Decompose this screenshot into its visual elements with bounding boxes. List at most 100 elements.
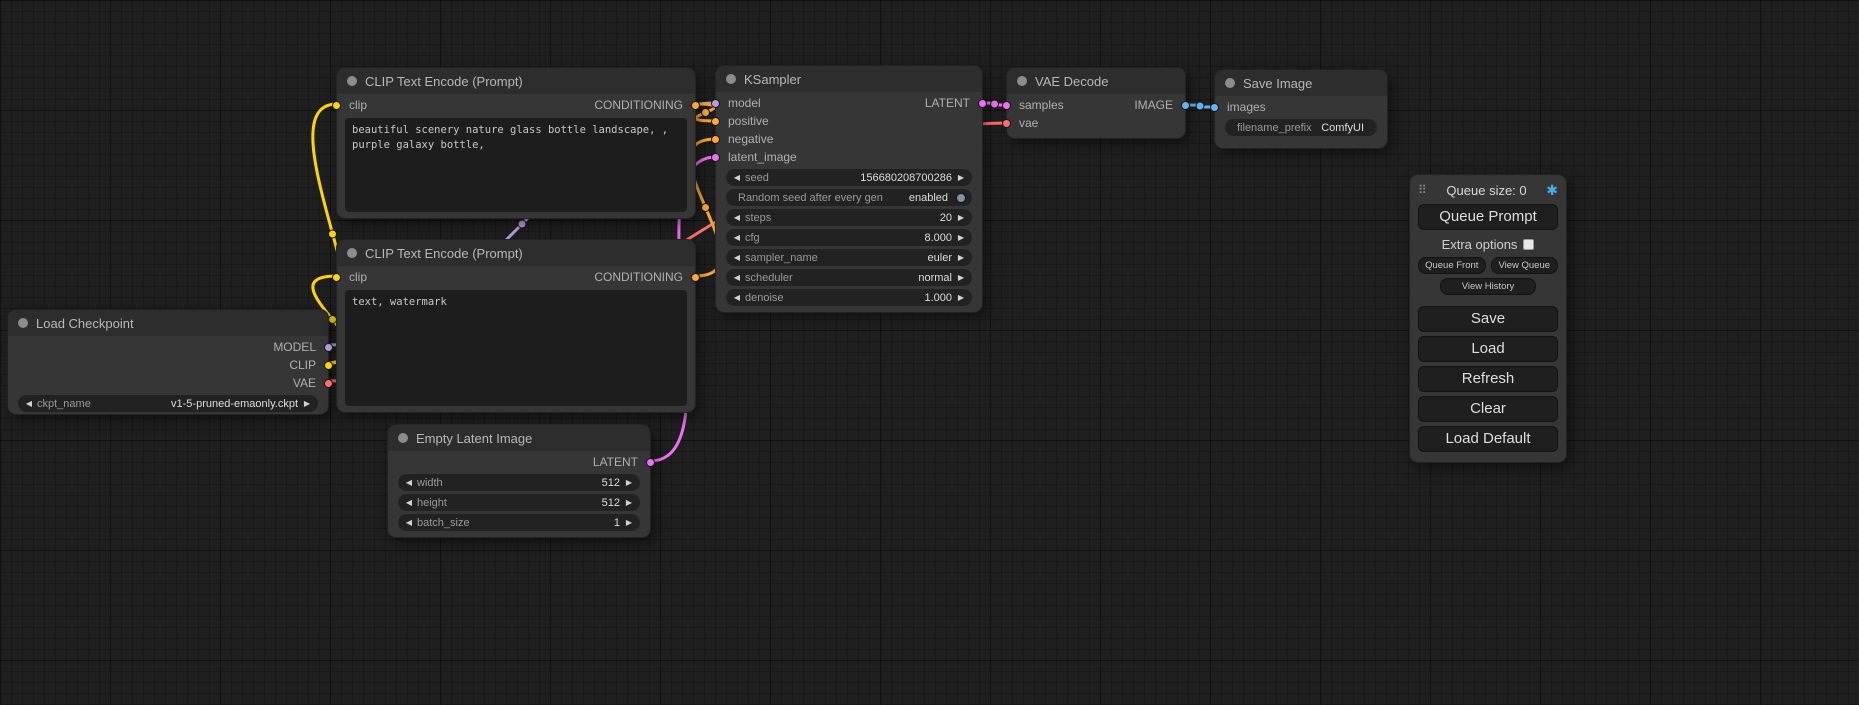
increment-arrow-icon[interactable]: ▶ xyxy=(301,395,313,412)
slot-row: images xyxy=(1215,98,1387,116)
node-vae-decode: VAE Decode samples IMAGE vae xyxy=(1007,68,1185,138)
collapse-dot[interactable] xyxy=(18,318,28,328)
node-clip-text-encode-positive: CLIP Text Encode (Prompt) clip CONDITION… xyxy=(337,68,695,218)
input-slot-images[interactable] xyxy=(1210,103,1219,112)
widget-seed[interactable]: ◀ seed 156680208700286 ▶ xyxy=(726,169,972,186)
increment-arrow-icon[interactable]: ▶ xyxy=(623,494,635,511)
node-title: KSampler xyxy=(744,72,801,87)
increment-arrow-icon[interactable]: ▶ xyxy=(955,289,967,306)
node-titlebar[interactable]: Save Image xyxy=(1215,70,1387,96)
queue-prompt-button[interactable]: Queue Prompt xyxy=(1418,204,1558,230)
node-titlebar[interactable]: CLIP Text Encode (Prompt) xyxy=(337,240,695,266)
input-slot-samples[interactable] xyxy=(1002,101,1011,110)
node-title: Empty Latent Image xyxy=(416,431,532,446)
increment-arrow-icon[interactable]: ▶ xyxy=(623,514,635,531)
decrement-arrow-icon[interactable]: ◀ xyxy=(731,229,743,246)
input-slot-vae[interactable] xyxy=(1002,119,1011,128)
decrement-arrow-icon[interactable]: ◀ xyxy=(731,289,743,306)
output-label-clip: CLIP xyxy=(289,358,316,372)
settings-gear-icon[interactable]: ✱ xyxy=(1546,183,1558,197)
output-slot-model[interactable] xyxy=(324,343,333,352)
node-empty-latent-image: Empty Latent Image LATENT ◀ width 512 ▶ … xyxy=(388,425,650,537)
widget-width[interactable]: ◀ width 512 ▶ xyxy=(398,474,640,491)
widget-random-seed-toggle[interactable]: Random seed after every gen enabled xyxy=(726,189,972,206)
widget-ckpt-name[interactable]: ◀ ckpt_name v1-5-pruned-emaonly.ckpt ▶ xyxy=(18,395,318,412)
toggle-knob[interactable] xyxy=(956,193,966,203)
increment-arrow-icon[interactable]: ▶ xyxy=(623,474,635,491)
wire-midpoint-dot xyxy=(1196,102,1204,110)
widget-filename-prefix[interactable]: filename_prefix ComfyUI xyxy=(1225,119,1377,136)
input-slot-negative[interactable] xyxy=(711,135,720,144)
decrement-arrow-icon[interactable]: ◀ xyxy=(403,494,415,511)
node-titlebar[interactable]: Empty Latent Image xyxy=(388,425,650,451)
decrement-arrow-icon[interactable]: ◀ xyxy=(23,395,35,412)
widget-label: height xyxy=(417,497,447,509)
clear-button[interactable]: Clear xyxy=(1418,396,1558,422)
widget-denoise[interactable]: ◀ denoise 1.000 ▶ xyxy=(726,289,972,306)
input-slot-clip[interactable] xyxy=(332,101,341,110)
increment-arrow-icon[interactable]: ▶ xyxy=(955,269,967,286)
collapse-dot[interactable] xyxy=(1017,76,1027,86)
node-titlebar[interactable]: CLIP Text Encode (Prompt) xyxy=(337,68,695,94)
save-button[interactable]: Save xyxy=(1418,306,1558,332)
node-titlebar[interactable]: KSampler xyxy=(716,66,982,92)
load-button[interactable]: Load xyxy=(1418,336,1558,362)
node-titlebar[interactable]: VAE Decode xyxy=(1007,68,1185,94)
drag-handle-icon[interactable]: ⠿ xyxy=(1418,183,1427,197)
load-default-button[interactable]: Load Default xyxy=(1418,426,1558,452)
node-titlebar[interactable]: Load Checkpoint xyxy=(8,310,328,336)
widget-label: filename_prefix xyxy=(1237,122,1312,134)
output-slot-conditioning[interactable] xyxy=(691,101,700,110)
increment-arrow-icon[interactable]: ▶ xyxy=(955,209,967,226)
collapse-dot[interactable] xyxy=(398,433,408,443)
input-slot-clip[interactable] xyxy=(332,273,341,282)
wire-midpoint-dot xyxy=(518,220,526,228)
input-label-clip: clip xyxy=(349,270,367,284)
decrement-arrow-icon[interactable]: ◀ xyxy=(731,249,743,266)
increment-arrow-icon[interactable]: ▶ xyxy=(955,229,967,246)
widget-value: v1-5-pruned-emaonly.ckpt xyxy=(171,398,298,410)
widget-label: ckpt_name xyxy=(37,398,91,410)
negative-prompt-textarea[interactable]: text, watermark xyxy=(345,290,687,406)
decrement-arrow-icon[interactable]: ◀ xyxy=(403,514,415,531)
widget-height[interactable]: ◀ height 512 ▶ xyxy=(398,494,640,511)
increment-arrow-icon[interactable]: ▶ xyxy=(955,249,967,266)
collapse-dot[interactable] xyxy=(347,248,357,258)
widget-value: enabled xyxy=(909,192,948,204)
input-slot-positive[interactable] xyxy=(711,117,720,126)
widget-cfg[interactable]: ◀ cfg 8.000 ▶ xyxy=(726,229,972,246)
input-slot-latent-image[interactable] xyxy=(711,153,720,162)
slot-row: vae xyxy=(1007,114,1185,132)
decrement-arrow-icon[interactable]: ◀ xyxy=(731,269,743,286)
decrement-arrow-icon[interactable]: ◀ xyxy=(731,169,743,186)
queue-front-button[interactable]: Queue Front xyxy=(1418,257,1486,274)
slot-row: clip CONDITIONING xyxy=(337,268,695,286)
widget-steps[interactable]: ◀ steps 20 ▶ xyxy=(726,209,972,226)
output-slot-image[interactable] xyxy=(1181,101,1190,110)
view-queue-button[interactable]: View Queue xyxy=(1491,257,1559,274)
decrement-arrow-icon[interactable]: ◀ xyxy=(731,209,743,226)
collapse-dot[interactable] xyxy=(347,76,357,86)
wire-midpoint-dot xyxy=(702,204,710,212)
collapse-dot[interactable] xyxy=(726,74,736,84)
output-slot-conditioning[interactable] xyxy=(691,273,700,282)
widget-label: cfg xyxy=(745,232,760,244)
refresh-button[interactable]: Refresh xyxy=(1418,366,1558,392)
output-slot-latent[interactable] xyxy=(978,99,987,108)
view-history-button[interactable]: View History xyxy=(1440,278,1536,295)
input-slot-model[interactable] xyxy=(711,99,720,108)
widget-batch-size[interactable]: ◀ batch_size 1 ▶ xyxy=(398,514,640,531)
slot-row: VAE xyxy=(8,374,328,392)
increment-arrow-icon[interactable]: ▶ xyxy=(955,169,967,186)
positive-prompt-textarea[interactable]: beautiful scenery nature glass bottle la… xyxy=(345,118,687,212)
output-slot-vae[interactable] xyxy=(324,379,333,388)
extra-options-checkbox[interactable] xyxy=(1523,239,1534,250)
widget-scheduler[interactable]: ◀ scheduler normal ▶ xyxy=(726,269,972,286)
output-slot-clip[interactable] xyxy=(324,361,333,370)
decrement-arrow-icon[interactable]: ◀ xyxy=(403,474,415,491)
widget-label: steps xyxy=(745,212,771,224)
output-slot-latent[interactable] xyxy=(646,458,655,467)
slot-row: negative xyxy=(716,130,982,148)
widget-sampler-name[interactable]: ◀ sampler_name euler ▶ xyxy=(726,249,972,266)
collapse-dot[interactable] xyxy=(1225,78,1235,88)
